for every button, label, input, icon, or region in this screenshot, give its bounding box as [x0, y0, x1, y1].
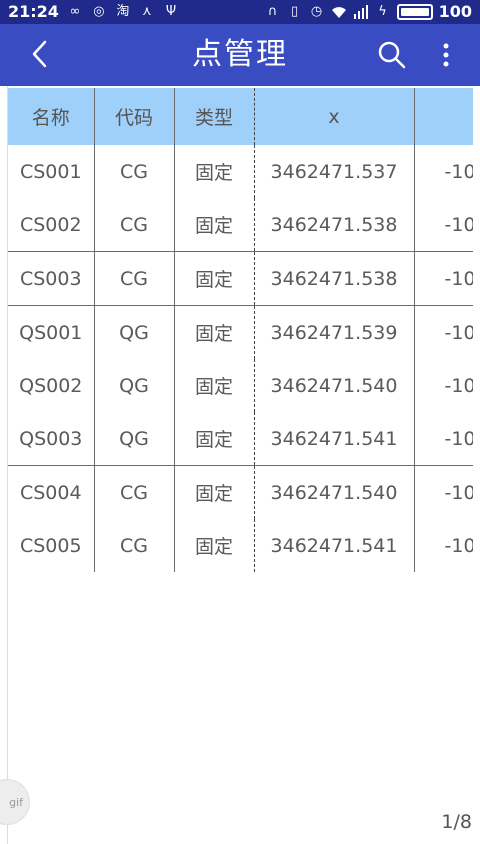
column-header-y[interactable] — [414, 88, 473, 145]
infinity-icon: ∞ — [69, 4, 81, 19]
cell-type: 固定 — [174, 305, 255, 359]
cell-code: QG — [94, 412, 175, 466]
cell-name: CS002 — [8, 198, 95, 252]
status-bar-right: ∩ ▯ ◷ ϟ 100 — [265, 0, 472, 24]
cell-y: -10 — [444, 374, 474, 397]
cell-x: 3462471.540 — [254, 465, 415, 519]
cell-type: 固定 — [174, 412, 255, 466]
column-header-name[interactable]: 名称 — [8, 88, 95, 145]
battery-icon — [396, 4, 433, 20]
cell-x: 3462471.537 — [254, 145, 415, 198]
table-row[interactable]: CS003 CG 固定 3462471.538 -10 — [8, 251, 473, 306]
signal-icon — [353, 4, 369, 20]
status-time: 21:24 — [8, 2, 59, 21]
taobao-icon: 淘 — [116, 4, 130, 19]
status-bar-left: 21:24 ∞ ◎ 淘 ⋏ Ψ — [8, 0, 179, 24]
charging-icon: ϟ — [378, 4, 387, 19]
cell-name: CS004 — [8, 465, 95, 519]
cell-name: CS003 — [8, 251, 95, 306]
table-row[interactable]: CS001 CG 固定 3462471.537 -10 — [8, 145, 473, 198]
table-row[interactable]: QS002 QG 固定 3462471.540 -10 — [8, 359, 473, 412]
cell-code: CG — [94, 145, 175, 198]
column-header-x[interactable]: x — [254, 88, 415, 145]
cell-name: QS002 — [8, 359, 95, 412]
cell-type: 固定 — [174, 519, 255, 572]
cell-code: CG — [94, 519, 175, 572]
cell-y: -10 — [444, 160, 474, 183]
cell-name: CS005 — [8, 519, 95, 572]
column-header-code[interactable]: 代码 — [94, 88, 175, 145]
battery-level: 100 — [438, 2, 472, 21]
column-header-type[interactable]: 类型 — [174, 88, 255, 145]
cell-code: CG — [94, 198, 175, 252]
table-row[interactable]: CS004 CG 固定 3462471.540 -10 — [8, 465, 474, 519]
points-table: 名称 代码 类型 x CS001 CG 固定 3462471.537 -10 C… — [8, 88, 473, 572]
page-indicator: 1/8 — [441, 811, 472, 833]
table-row[interactable]: QS001 QG 固定 3462471.539 -10 — [8, 305, 474, 359]
cell-code: CG — [94, 465, 175, 519]
more-vert-icon — [443, 43, 449, 67]
cell-x: 3462471.538 — [254, 198, 415, 252]
weibo-icon: ◎ — [93, 4, 105, 19]
table-header-row: 名称 代码 类型 x — [8, 88, 473, 145]
cell-y: -10 — [444, 534, 474, 557]
cell-y: -10 — [414, 412, 473, 466]
headphone-icon: ∩ — [267, 4, 278, 19]
network-icon: ⋏ — [142, 4, 152, 19]
vibrate-icon: ▯ — [291, 4, 299, 19]
cell-code: CG — [94, 251, 175, 306]
cell-type: 固定 — [174, 198, 255, 252]
cell-type: 固定 — [174, 359, 255, 412]
cell-code: QG — [94, 359, 175, 412]
points-table-container[interactable]: 名称 代码 类型 x CS001 CG 固定 3462471.537 -10 C… — [7, 86, 473, 844]
cell-name: CS001 — [8, 145, 95, 198]
alarm-icon: ◷ — [310, 4, 323, 19]
wifi-icon — [331, 4, 347, 20]
cell-y: -10 — [414, 251, 473, 306]
cell-x: 3462471.541 — [254, 519, 415, 572]
table-row[interactable]: QS003 QG 固定 3462471.541 -10 — [8, 412, 473, 466]
app-bar: 点管理 — [0, 24, 480, 86]
cell-y: -10 — [444, 481, 474, 504]
usb-icon: Ψ — [165, 4, 177, 19]
cell-y: -10 — [414, 198, 473, 252]
cell-name: QS001 — [8, 305, 95, 359]
cell-x: 3462471.540 — [254, 359, 415, 412]
cell-type: 固定 — [174, 465, 255, 519]
search-icon — [378, 41, 406, 69]
cell-type: 固定 — [174, 145, 255, 198]
cell-x: 3462471.539 — [254, 305, 415, 359]
cell-x: 3462471.541 — [254, 412, 415, 466]
cell-y: -10 — [444, 321, 474, 344]
table-row[interactable]: CS005 CG 固定 3462471.541 -10 — [8, 519, 473, 572]
more-options-button[interactable] — [428, 37, 464, 73]
search-button[interactable] — [374, 37, 410, 73]
cell-x: 3462471.538 — [254, 251, 415, 306]
cell-type: 固定 — [174, 251, 255, 306]
cell-name: QS003 — [8, 412, 95, 466]
table-row[interactable]: CS002 CG 固定 3462471.538 -10 — [8, 198, 473, 252]
cell-code: QG — [94, 305, 175, 359]
status-bar: 21:24 ∞ ◎ 淘 ⋏ Ψ ∩ ▯ ◷ ϟ 100 — [0, 0, 480, 24]
